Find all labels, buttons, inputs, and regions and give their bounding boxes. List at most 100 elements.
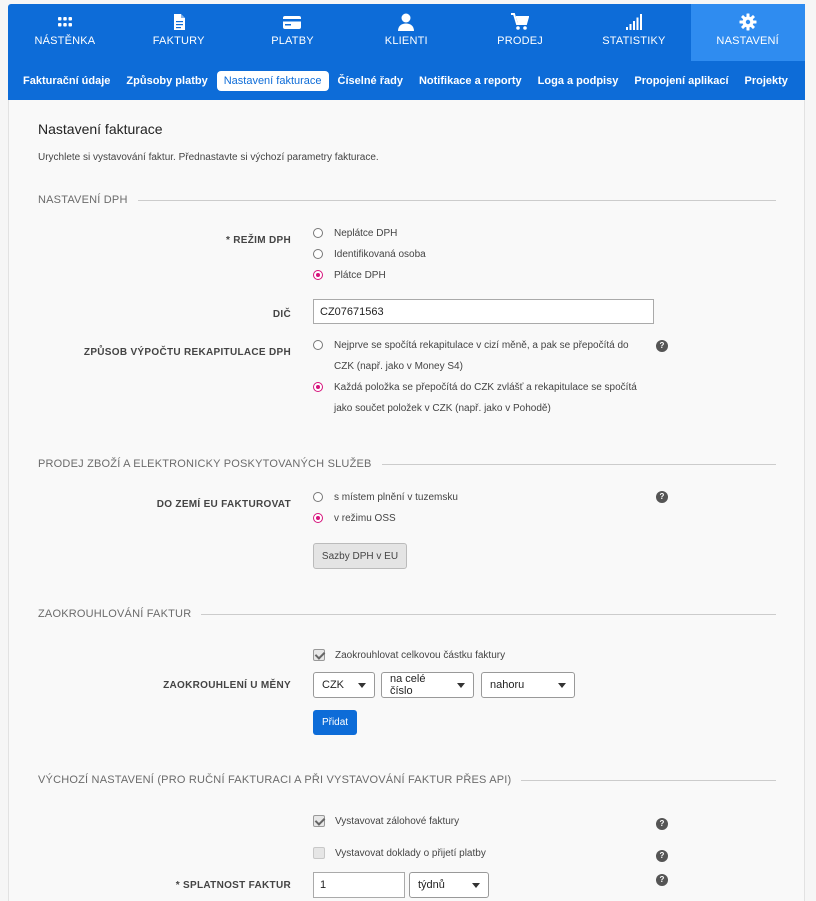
subnav-number-series[interactable]: Číselné řady	[331, 71, 410, 91]
credit-card-icon	[283, 16, 302, 29]
dic-label: DIČ	[272, 309, 291, 320]
dashboard-grid-icon	[57, 17, 72, 27]
eu-invoicing-label: DO ZEMÍ EU FAKTUROVAT	[156, 499, 291, 510]
radio-label: Identifikovaná osoba	[334, 249, 426, 260]
radio-button[interactable]	[313, 228, 323, 238]
rounding-direction-select[interactable]: nahoru	[481, 672, 575, 698]
checkbox-label: Vystavovat zálohové faktury	[335, 815, 460, 827]
nav-item-invoices[interactable]: FAKTURY	[122, 4, 236, 61]
help-icon[interactable]: ?	[656, 491, 668, 503]
section-divider	[137, 199, 776, 201]
signal-bars-icon	[625, 14, 642, 30]
radio-vat-identified-person[interactable]: Identifikovaná osoba	[313, 249, 426, 265]
section-title: VÝCHOZÍ NASTAVENÍ (PRO RUČNÍ FAKTURACI A…	[38, 774, 512, 786]
radio-vat-non-payer[interactable]: Neplátce DPH	[313, 228, 397, 244]
radio-button[interactable]	[313, 340, 323, 350]
dic-input[interactable]	[313, 299, 654, 324]
section-divider	[521, 779, 776, 781]
app-root: NÁSTĚNKA FAKTURY PLATBY KLIENTI PRODEJ S…	[0, 0, 816, 901]
radio-calc-foreign-first[interactable]: Nejprve se spočítá rekapitulace v cizí m…	[313, 340, 658, 377]
subnav-integrations[interactable]: Propojení aplikací	[627, 71, 735, 91]
section-eu-heading: PRODEJ ZBOŽÍ A ELEKTRONICKY POSKYTOVANÝC…	[38, 457, 776, 471]
select-value: nahoru	[490, 679, 525, 691]
checkbox-checked[interactable]	[313, 649, 325, 661]
add-rounding-button[interactable]: Přidat	[313, 710, 357, 735]
invoice-document-icon	[173, 14, 185, 30]
radio-vat-payer[interactable]: Plátce DPH	[313, 270, 386, 286]
due-date-unit-select[interactable]: týdnů	[409, 872, 489, 898]
gear-icon	[739, 13, 757, 31]
help-icon[interactable]: ?	[656, 340, 668, 352]
subnav-logos-signatures[interactable]: Loga a podpisy	[531, 71, 626, 91]
radio-label-line: jako součet položek v CZK (např. jako v …	[334, 403, 551, 414]
section-defaults-heading: VÝCHOZÍ NASTAVENÍ (PRO RUČNÍ FAKTURACI A…	[38, 773, 776, 787]
section-divider	[381, 463, 776, 465]
radio-eu-domestic[interactable]: s místem plnění v tuzemsku	[313, 492, 458, 508]
section-title: NASTAVENÍ DPH	[38, 194, 128, 206]
radio-button-selected[interactable]	[313, 382, 323, 392]
radio-label: v režimu OSS	[334, 513, 396, 524]
shopping-cart-icon	[511, 13, 530, 30]
nav-label: STATISTIKY	[602, 35, 666, 47]
select-value: na celé číslo	[390, 673, 426, 697]
checkbox-checked[interactable]	[313, 815, 325, 827]
nav-label: NÁSTĚNKA	[34, 35, 96, 47]
nav-item-settings[interactable]: NASTAVENÍ	[690, 4, 805, 61]
rounding-precision-select[interactable]: na celé číslo	[381, 672, 474, 698]
due-date-input[interactable]	[313, 872, 405, 898]
help-icon[interactable]: ?	[656, 874, 668, 886]
radio-eu-oss[interactable]: v režimu OSS	[313, 513, 396, 529]
page-title: Nastavení fakturace	[38, 121, 163, 137]
section-title: ZAOKROUHLOVÁNÍ FAKTUR	[38, 608, 192, 620]
checkbox-payment-receipts[interactable]: Vystavovat doklady o přijetí platby	[313, 847, 486, 859]
radio-label: s místem plnění v tuzemsku	[334, 492, 458, 503]
help-icon[interactable]: ?	[656, 850, 668, 862]
radio-label-line: Nejprve se spočítá rekapitulace v cizí m…	[334, 340, 629, 351]
section-divider	[201, 613, 776, 615]
radio-label: Neplátce DPH	[334, 228, 398, 239]
nav-item-statistics[interactable]: STATISTIKY	[577, 4, 691, 61]
subnav-payment-methods[interactable]: Způsoby platby	[119, 71, 214, 91]
currency-rounding-label: ZAOKROUHLENÍ U MĚNY	[163, 680, 291, 691]
user-icon	[398, 13, 415, 31]
section-title: PRODEJ ZBOŽÍ A ELEKTRONICKY POSKYTOVANÝC…	[38, 458, 372, 470]
nav-item-dashboard[interactable]: NÁSTĚNKA	[8, 4, 122, 61]
page-description: Urychlete si vystavování faktur. Přednas…	[38, 152, 379, 163]
nav-item-sales[interactable]: PRODEJ	[463, 4, 577, 61]
radio-button[interactable]	[313, 249, 323, 259]
due-date-label: * SPLATNOST FAKTUR	[175, 880, 291, 891]
currency-select[interactable]: CZK	[313, 672, 375, 698]
nav-label: PLATBY	[271, 35, 314, 47]
select-value: CZK	[322, 679, 344, 691]
nav-label: PRODEJ	[497, 35, 543, 47]
settings-content: Nastavení fakturace Urychlete si vystavo…	[8, 100, 805, 901]
checkbox-round-total[interactable]: Zaokrouhlovat celkovou částku faktury	[313, 649, 505, 661]
vat-calc-method-label: ZPŮSOB VÝPOČTU REKAPITULACE DPH	[83, 347, 291, 358]
subnav-projects[interactable]: Projekty	[738, 71, 795, 91]
checkbox-label: Zaokrouhlovat celkovou částku faktury	[335, 649, 506, 661]
nav-item-clients[interactable]: KLIENTI	[349, 4, 463, 61]
radio-button-selected[interactable]	[313, 270, 323, 280]
checkbox-unchecked[interactable]	[313, 847, 325, 859]
chevron-down-icon	[472, 882, 480, 888]
subnav-billing-details[interactable]: Fakturační údaje	[16, 71, 117, 91]
nav-label: FAKTURY	[152, 35, 205, 47]
radio-button[interactable]	[313, 492, 323, 502]
chevron-down-icon	[457, 682, 465, 688]
subnav-notifications[interactable]: Notifikace a reporty	[412, 71, 529, 91]
nav-item-payments[interactable]: PLATBY	[236, 4, 350, 61]
chevron-down-icon	[558, 682, 566, 688]
chevron-down-icon	[358, 682, 366, 688]
checkbox-proforma-invoices[interactable]: Vystavovat zálohové faktury	[313, 815, 459, 827]
eu-vat-rates-button[interactable]: Sazby DPH v EU	[313, 543, 407, 569]
help-icon[interactable]: ?	[656, 818, 668, 830]
radio-calc-per-item-czk[interactable]: Každá položka se přepočítá do CZK zvlášť…	[313, 382, 673, 419]
subnav-invoicing-settings[interactable]: Nastavení fakturace	[216, 70, 329, 91]
nav-label: KLIENTI	[384, 35, 428, 47]
radio-label-line: Každá položka se přepočítá do CZK zvlášť…	[334, 382, 637, 393]
radio-button-selected[interactable]	[313, 513, 323, 523]
section-rounding-heading: ZAOKROUHLOVÁNÍ FAKTUR	[38, 607, 776, 621]
radio-label: Nejprve se spočítá rekapitulace v cizí m…	[334, 335, 629, 377]
radio-label-line: CZK (např. jako v Money S4)	[334, 361, 463, 372]
vat-mode-label: * REŽIM DPH	[226, 235, 291, 246]
